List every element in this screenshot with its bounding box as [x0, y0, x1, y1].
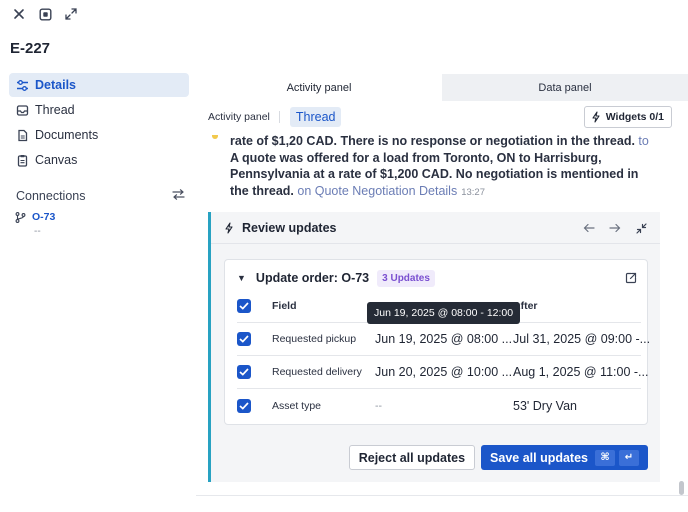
sidebar-item-label: Canvas — [35, 153, 78, 167]
row-field: Requested delivery — [272, 366, 362, 378]
row-before: -- — [375, 399, 382, 412]
subbar: Activity panel Thread Widgets 0/1 — [196, 101, 688, 133]
bolt-icon — [225, 221, 233, 234]
arrow-left-icon[interactable] — [582, 221, 596, 235]
table-row: Requested pickup Jun 19, 2025 @ 08:00 ..… — [237, 323, 650, 356]
review-nav — [582, 221, 648, 235]
message-text: rate of $1,20 CAD. There is no response … — [230, 134, 635, 148]
sliders-icon — [17, 79, 28, 91]
sidebar-item-label: Documents — [35, 128, 99, 142]
message-link-details[interactable]: on Quote Negotiation Details — [294, 184, 457, 198]
panel-tabs: Activity panel Data panel — [196, 74, 688, 101]
row-checkbox[interactable] — [237, 365, 251, 379]
review-title: Review updates — [242, 220, 337, 235]
save-all-button[interactable]: Save all updates ⌘ ↵ — [481, 445, 648, 470]
arrow-right-icon[interactable] — [608, 221, 622, 235]
tab-activity-panel[interactable]: Activity panel — [196, 74, 442, 101]
external-link-icon[interactable] — [625, 271, 637, 289]
row-after: Jul 31, 2025 @ 09:00 -... — [513, 332, 651, 346]
widgets-label: Widgets 0/1 — [605, 111, 664, 123]
divider — [196, 495, 688, 496]
column-header-field: Field — [272, 300, 297, 312]
connections-label: Connections — [16, 189, 86, 203]
review-updates-panel: Review updates ▼ Update order: O-73 3 Up… — [208, 212, 660, 482]
tab-data-panel[interactable]: Data panel — [442, 74, 688, 101]
scrollbar[interactable] — [679, 481, 684, 495]
swap-icon[interactable] — [172, 189, 185, 203]
sidebar-item-details[interactable]: Details — [9, 73, 189, 97]
collapse-icon[interactable] — [634, 221, 648, 235]
caret-down-icon[interactable]: ▼ — [237, 273, 246, 283]
row-checkbox[interactable] — [237, 398, 251, 413]
enter-key-icon: ↵ — [619, 449, 639, 466]
review-actions: Reject all updates Save all updates ⌘ ↵ — [348, 445, 648, 470]
save-all-label: Save all updates — [490, 450, 588, 465]
message-link-to[interactable]: to — [635, 134, 648, 148]
bolt-icon — [592, 111, 600, 123]
close-icon[interactable] — [11, 6, 27, 22]
table-row: Asset type -- 53' Dry Van — [237, 389, 641, 422]
updates-badge: 3 Updates — [377, 269, 435, 287]
breadcrumb-activity-panel[interactable]: Activity panel — [208, 111, 280, 123]
sidebar: Details Thread Documents Canvas Connecti… — [9, 73, 189, 237]
avatar-dot — [212, 135, 218, 139]
document-icon — [18, 129, 28, 141]
row-field: Asset type — [272, 399, 322, 412]
sidebar-item-thread[interactable]: Thread — [9, 98, 189, 122]
select-all-checkbox[interactable] — [237, 299, 251, 313]
main-panel: Activity panel Data panel Activity panel… — [196, 74, 688, 512]
page-title: E-227 — [10, 40, 51, 57]
table-row: Requested delivery Jun 20, 2025 @ 10:00 … — [237, 356, 648, 389]
clipboard-icon — [17, 154, 28, 167]
row-after: 53' Dry Van — [513, 398, 577, 413]
tooltip: Jun 19, 2025 @ 08:00 - 12:00 — [367, 302, 521, 324]
row-after: Aug 1, 2025 @ 11:00 -... — [513, 365, 649, 379]
row-checkbox[interactable] — [237, 332, 251, 346]
command-key-icon: ⌘ — [595, 449, 615, 466]
thread-message: rate of $1,20 CAD. There is no response … — [230, 133, 660, 200]
connection-item-o73[interactable]: O-73 — [9, 211, 189, 223]
review-header: Review updates — [211, 212, 660, 244]
connection-label: O-73 — [32, 211, 56, 223]
connection-sub: -- — [34, 226, 41, 237]
window-controls — [11, 6, 79, 22]
sidebar-item-label: Details — [35, 78, 76, 92]
message-time: 13:27 — [461, 186, 485, 198]
row-field: Requested pickup — [272, 333, 357, 345]
screen-icon[interactable] — [37, 6, 53, 22]
expand-icon[interactable] — [63, 6, 79, 22]
update-order-title: Update order: O-73 — [255, 271, 370, 285]
thread-pill[interactable]: Thread — [289, 107, 342, 127]
reject-all-button[interactable]: Reject all updates — [348, 445, 476, 470]
sidebar-item-label: Thread — [35, 103, 75, 117]
row-before: Jun 19, 2025 @ 08:00 ... — [375, 332, 513, 346]
widgets-button[interactable]: Widgets 0/1 — [583, 106, 672, 128]
sidebar-item-documents[interactable]: Documents — [9, 123, 189, 147]
connections-header: Connections — [9, 189, 189, 203]
inbox-icon — [16, 104, 29, 116]
row-before: Jun 20, 2025 @ 10:00 ... — [375, 365, 513, 379]
branch-icon — [15, 211, 26, 223]
update-order-card: ▼ Update order: O-73 3 Updates Field Aft… — [224, 259, 650, 425]
sidebar-item-canvas[interactable]: Canvas — [9, 148, 189, 172]
